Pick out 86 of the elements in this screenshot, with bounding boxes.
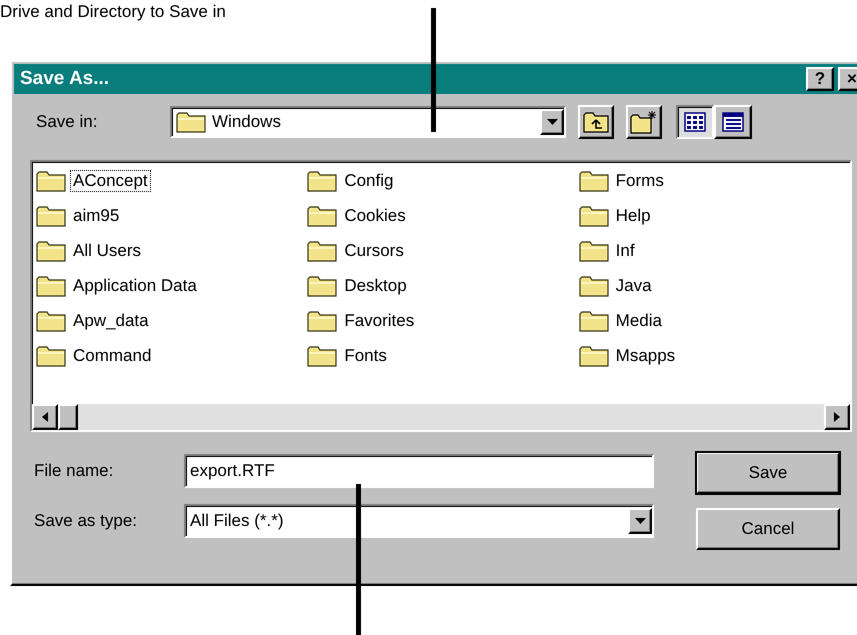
folder-icon <box>307 344 338 366</box>
folder-item[interactable]: Cookies <box>307 203 579 228</box>
folder-name: AConcept <box>70 170 151 192</box>
window-title: Save As... <box>20 68 110 90</box>
folder-icon <box>578 204 609 226</box>
folder-icon <box>578 170 609 192</box>
folder-name: Favorites <box>343 310 416 332</box>
folder-item[interactable]: Apw_data <box>36 308 308 333</box>
help-button[interactable]: ? <box>806 67 834 91</box>
folder-icon <box>36 204 66 226</box>
folder-icon <box>578 240 609 262</box>
folder-name: Config <box>343 170 394 192</box>
list-view-icon <box>684 112 706 132</box>
save-as-type-dropdown[interactable]: All Files (*.*) <box>184 504 654 538</box>
scroll-left-button[interactable] <box>32 404 58 430</box>
folder-name: Help <box>614 204 652 226</box>
folder-icon <box>36 344 66 366</box>
save-in-value: Windows <box>212 112 281 132</box>
annotation-label: Drive and Directory to Save in <box>0 2 226 22</box>
folder-icon <box>307 170 338 192</box>
new-folder-button[interactable] <box>626 105 662 139</box>
folder-icon <box>176 111 206 133</box>
folder-icon <box>307 240 338 262</box>
close-button[interactable]: × <box>838 67 857 91</box>
folder-item[interactable]: Fonts <box>307 343 579 368</box>
folder-name: All Users <box>72 240 142 262</box>
up-folder-icon <box>583 111 609 133</box>
folder-icon <box>36 240 66 262</box>
file-name-label: File name: <box>34 461 114 481</box>
file-name-field[interactable]: export.RTF <box>184 454 654 488</box>
folder-icon <box>36 310 66 332</box>
scroll-right-button[interactable] <box>824 404 850 430</box>
save-in-label: Save in: <box>36 112 98 132</box>
right-arrow-icon <box>834 412 840 422</box>
folder-name: Apw_data <box>72 310 150 332</box>
folder-name: Command <box>72 344 152 366</box>
folder-icon <box>578 344 609 366</box>
folder-name: Application Data <box>72 274 198 296</box>
folder-item[interactable]: Application Data <box>36 273 308 298</box>
folder-name: aim95 <box>72 204 120 226</box>
folder-name: Fonts <box>343 344 388 366</box>
cancel-button[interactable]: Cancel <box>696 508 840 550</box>
folder-icon <box>578 274 609 296</box>
folder-icon <box>307 310 338 332</box>
view-toggle-button[interactable] <box>676 105 714 139</box>
save-in-dropdown[interactable]: Windows <box>170 106 566 138</box>
folder-icon <box>36 170 66 192</box>
details-view-icon <box>722 112 744 132</box>
scroll-thumb[interactable] <box>58 404 78 430</box>
folder-item[interactable]: Help <box>578 203 850 228</box>
folder-item[interactable]: Java <box>578 273 850 298</box>
folder-name: Inf <box>614 240 636 262</box>
folder-name: Media <box>614 310 663 332</box>
folder-item[interactable]: Favorites <box>307 308 579 333</box>
caret-icon <box>634 518 646 524</box>
folder-icon <box>578 310 609 332</box>
folder-item[interactable]: Inf <box>578 238 850 263</box>
up-folder-button[interactable] <box>578 105 614 139</box>
folder-item[interactable]: All Users <box>36 238 308 263</box>
folder-item[interactable]: Forms <box>578 168 850 193</box>
horizontal-scrollbar[interactable] <box>32 404 850 430</box>
folder-item[interactable]: aim95 <box>36 203 308 228</box>
folder-name: Cursors <box>343 240 405 262</box>
folder-icon <box>307 274 338 296</box>
folder-icon <box>36 274 66 296</box>
folder-name: Cookies <box>343 204 407 226</box>
folder-item[interactable]: Media <box>578 308 850 333</box>
save-as-type-value: All Files (*.*) <box>189 511 285 531</box>
folder-name: Forms <box>614 170 665 192</box>
folder-item[interactable]: Msapps <box>578 343 850 368</box>
left-arrow-icon <box>42 412 48 422</box>
folder-icon <box>307 204 338 226</box>
folder-item[interactable]: Cursors <box>307 238 579 263</box>
folder-name: Java <box>614 274 653 296</box>
new-folder-icon <box>630 110 658 134</box>
folder-item[interactable]: AConcept <box>36 168 308 193</box>
dropdown-button[interactable] <box>540 109 564 135</box>
caret-icon <box>546 119 558 125</box>
folder-item[interactable]: Command <box>36 343 308 368</box>
folder-name: Desktop <box>343 274 408 296</box>
folder-item[interactable]: Desktop <box>307 273 579 298</box>
save-button[interactable]: Save <box>696 452 840 494</box>
folder-name: Msapps <box>614 344 676 366</box>
save-as-type-label: Save as type: <box>34 511 138 531</box>
folder-item[interactable]: Config <box>307 168 579 193</box>
dropdown-button[interactable] <box>628 508 652 534</box>
